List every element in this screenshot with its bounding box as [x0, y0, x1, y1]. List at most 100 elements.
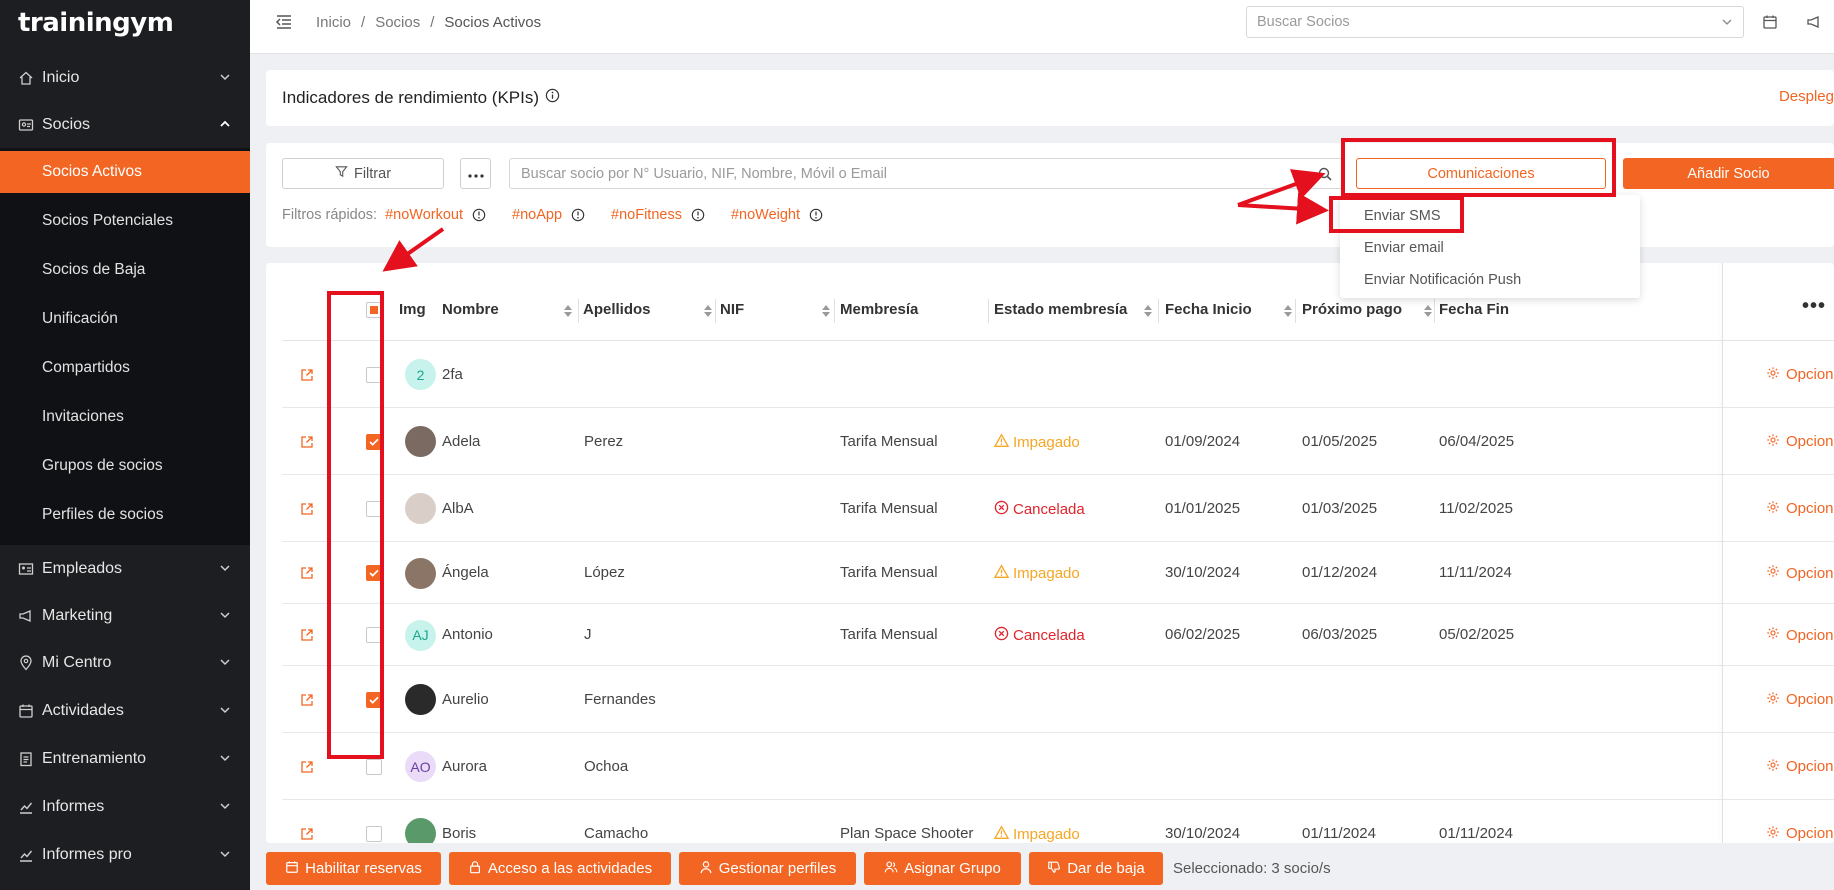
header-membresia: Membresía — [840, 301, 919, 318]
open-profile-icon[interactable] — [300, 566, 314, 580]
quick-filter-noapp[interactable]: #noApp — [512, 207, 562, 223]
add-member-button[interactable]: Añadir Socio — [1623, 158, 1834, 189]
sidebar-item-informes-pro[interactable]: Informes pro — [0, 833, 250, 877]
sort-icon[interactable] — [704, 304, 712, 317]
header-estado-membresia[interactable]: Estado membresía — [994, 301, 1127, 318]
sort-icon[interactable] — [1424, 304, 1432, 317]
open-profile-icon[interactable] — [300, 827, 314, 841]
open-profile-icon[interactable] — [300, 368, 314, 382]
row-checkbox[interactable] — [366, 825, 382, 842]
search-icon[interactable] — [1317, 166, 1333, 182]
quick-filter-noweight[interactable]: #noWeight — [731, 207, 800, 223]
sort-icon[interactable] — [564, 304, 572, 317]
header-proximo-pago[interactable]: Próximo pago — [1302, 301, 1402, 318]
sidebar-item-mi-centro[interactable]: Mi Centro — [0, 641, 250, 685]
breadcrumb-inicio[interactable]: Inicio — [316, 14, 351, 31]
breadcrumb-socios[interactable]: Socios — [375, 14, 420, 31]
sort-icon[interactable] — [1144, 304, 1152, 317]
kpi-expand-link[interactable]: Despleg — [1779, 88, 1834, 105]
sidebar-item-socios[interactable]: Socios — [0, 103, 250, 147]
row-checkbox[interactable] — [366, 366, 382, 383]
row-checkbox[interactable] — [366, 433, 382, 450]
info-icon[interactable] — [691, 208, 705, 222]
gear-icon — [1766, 564, 1780, 582]
member-search-input[interactable]: Buscar socio por N° Usuario, NIF, Nombre… — [509, 158, 1344, 189]
sidebar-subitem-socios-de-baja[interactable]: Socios de Baja — [0, 249, 250, 291]
selection-count: Seleccionado: 3 socio/s — [1173, 860, 1331, 877]
row-options-button[interactable]: Opciones — [1766, 564, 1834, 582]
activity-access-button[interactable]: Acceso a las actividades — [449, 852, 671, 885]
communications-button[interactable]: Comunicaciones — [1356, 158, 1606, 189]
sidebar-subitem-socios-potenciales[interactable]: Socios Potenciales — [0, 200, 250, 242]
row-options-button[interactable]: Opciones — [1766, 433, 1834, 451]
cell-nombre: AlbA — [442, 499, 474, 517]
sidebar-item-actividades[interactable]: Actividades — [0, 689, 250, 733]
sidebar-item-label: Mi Centro — [42, 654, 112, 671]
row-checkbox[interactable] — [366, 691, 382, 708]
select-all-checkbox[interactable] — [366, 302, 382, 318]
filter-icon — [335, 165, 348, 182]
enable-bookings-button[interactable]: Habilitar reservas — [266, 852, 441, 885]
row-options-button[interactable]: Opciones — [1766, 691, 1834, 709]
filter-button[interactable]: Filtrar — [282, 158, 444, 189]
sidebar-item-marketing[interactable]: Marketing — [0, 594, 250, 638]
megaphone-icon[interactable] — [1806, 14, 1822, 30]
cell-nombre: 2fa — [442, 365, 463, 383]
open-profile-icon[interactable] — [300, 502, 314, 516]
avatar: AO — [405, 751, 436, 782]
row-options-button[interactable]: Opciones — [1766, 366, 1834, 384]
open-profile-icon[interactable] — [300, 760, 314, 774]
sort-icon[interactable] — [822, 304, 830, 317]
manage-profiles-button[interactable]: Gestionar perfiles — [679, 852, 856, 885]
row-checkbox[interactable] — [366, 500, 382, 517]
row-checkbox[interactable] — [366, 565, 382, 581]
sidebar-item-informes[interactable]: Informes — [0, 785, 250, 829]
header-fecha-fin[interactable]: Fecha Fin — [1439, 301, 1509, 318]
member-global-search[interactable]: Buscar Socios — [1246, 6, 1744, 38]
sidebar-subitem-invitaciones[interactable]: Invitaciones — [0, 396, 250, 438]
calendar-icon[interactable] — [1762, 14, 1778, 30]
table-row: AlbA Tarifa Mensual Cancelada 01/01/2025 01/… — [282, 475, 1834, 542]
clipboard-icon — [18, 751, 34, 767]
sidebar-item-label: Socios — [42, 116, 91, 133]
menu-item-enviar-push[interactable]: Enviar Notificación Push — [1364, 272, 1521, 288]
header-nif[interactable]: NIF — [720, 301, 744, 318]
row-options-button[interactable]: Opciones — [1766, 626, 1834, 644]
info-icon[interactable] — [545, 88, 560, 108]
assign-group-button[interactable]: Asignar Grupo — [864, 852, 1021, 885]
open-profile-icon[interactable] — [300, 628, 314, 642]
quick-filter-noworkout[interactable]: #noWorkout — [385, 207, 463, 223]
sidebar-item-entrenamiento[interactable]: Entrenamiento — [0, 737, 250, 781]
row-checkbox[interactable] — [366, 758, 382, 775]
unsubscribe-button[interactable]: Dar de baja — [1029, 852, 1163, 885]
menu-item-enviar-email[interactable]: Enviar email — [1364, 240, 1444, 256]
sidebar-item-inicio[interactable]: Inicio — [0, 56, 250, 100]
row-options-button[interactable]: Opciones — [1766, 758, 1834, 776]
brand-logo[interactable]: trainingym — [0, 0, 250, 52]
open-profile-icon[interactable] — [300, 693, 314, 707]
open-profile-icon[interactable] — [300, 435, 314, 449]
header-fecha-inicio[interactable]: Fecha Inicio — [1165, 301, 1252, 318]
row-options-button[interactable]: Opciones — [1766, 500, 1834, 518]
row-checkbox[interactable] — [366, 627, 382, 643]
menu-collapse-icon[interactable] — [274, 12, 294, 32]
top-bar: Inicio / Socios / Socios Activos Buscar … — [250, 0, 1834, 54]
info-icon[interactable] — [809, 208, 823, 222]
sidebar-item-empleados[interactable]: Empleados — [0, 547, 250, 591]
more-options-button[interactable] — [460, 158, 491, 189]
sort-icon[interactable] — [1284, 304, 1292, 317]
column-options-menu[interactable]: ••• — [1802, 295, 1826, 318]
sidebar-subitem-perfiles-de-socios[interactable]: Perfiles de socios — [0, 494, 250, 536]
header-nombre[interactable]: Nombre — [442, 301, 499, 318]
header-apellidos[interactable]: Apellidos — [583, 301, 651, 318]
sidebar-subitem-unificacion[interactable]: Unificación — [0, 298, 250, 340]
menu-item-enviar-sms[interactable]: Enviar SMS — [1364, 208, 1441, 224]
sidebar-subitem-compartidos[interactable]: Compartidos — [0, 347, 250, 389]
cell-estado-membresia: Impagado — [993, 432, 1080, 452]
quick-filter-nofitness[interactable]: #noFitness — [611, 207, 682, 223]
sidebar-subitem-socios-activos[interactable]: Socios Activos — [0, 151, 250, 193]
row-options-button[interactable]: Opciones — [1766, 825, 1834, 843]
info-icon[interactable] — [472, 208, 486, 222]
info-icon[interactable] — [571, 208, 585, 222]
sidebar-subitem-grupos-de-socios[interactable]: Grupos de socios — [0, 445, 250, 487]
